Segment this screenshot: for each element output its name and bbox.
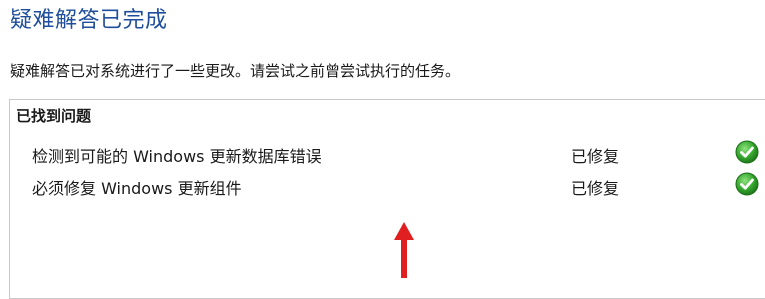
problems-header: 已找到问题 xyxy=(16,107,92,125)
problem-name: 必须修复 Windows 更新组件 xyxy=(32,179,242,198)
check-icon xyxy=(735,140,759,164)
result-description: 疑难解答已对系统进行了一些更改。请尝试之前曾尝试执行的任务。 xyxy=(10,62,461,80)
page-title: 疑难解答已完成 xyxy=(10,8,168,33)
problem-status: 已修复 xyxy=(571,147,620,166)
annotation-arrow-icon xyxy=(394,222,414,278)
problem-status: 已修复 xyxy=(571,179,620,198)
check-icon xyxy=(735,172,759,196)
problem-row[interactable]: 检测到可能的 Windows 更新数据库错误 已修复 xyxy=(10,138,765,170)
problem-name: 检测到可能的 Windows 更新数据库错误 xyxy=(32,147,322,166)
problems-panel: 已找到问题 检测到可能的 Windows 更新数据库错误 已修复 必须修复 Wi… xyxy=(9,99,765,299)
problem-row[interactable]: 必须修复 Windows 更新组件 已修复 xyxy=(10,170,765,202)
